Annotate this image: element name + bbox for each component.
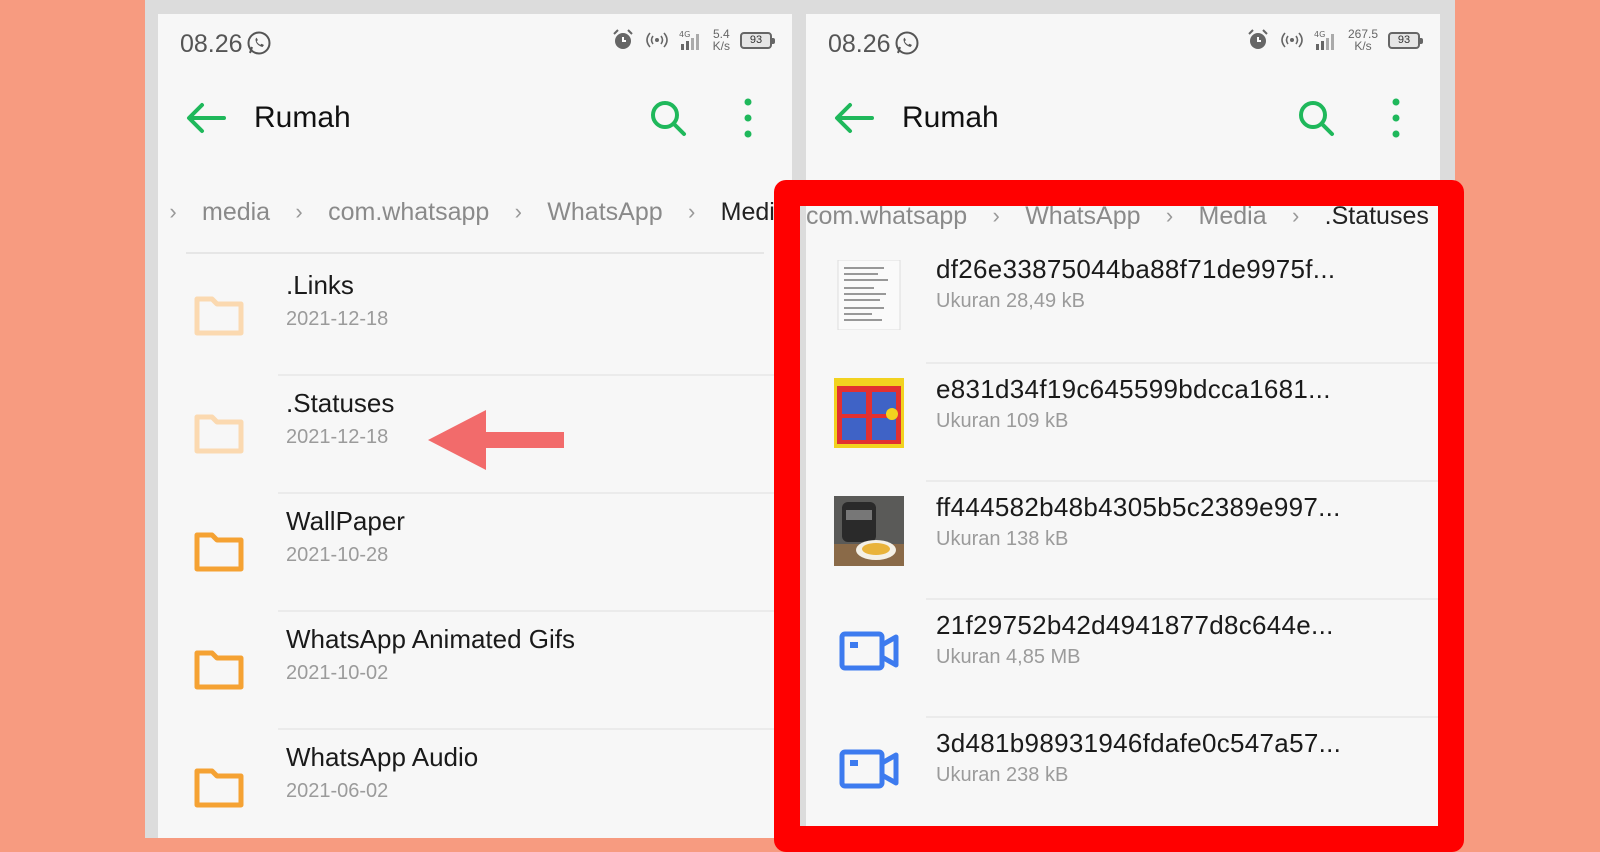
- battery-icon: 93: [740, 31, 775, 49]
- folder-date: 2021-10-28: [286, 544, 389, 566]
- battery-icon: 93: [1388, 31, 1423, 49]
- breadcrumb-item-whatsapp[interactable]: WhatsApp: [533, 198, 676, 227]
- folder-date: 2021-10-02: [286, 662, 389, 684]
- breadcrumb-divider: [186, 252, 764, 254]
- folder-name: WhatsApp Audio: [286, 742, 479, 772]
- breadcrumb-item-media[interactable]: media: [188, 198, 284, 227]
- network-speed-unit: K/s: [1354, 39, 1372, 53]
- status-icons: 4G 267.5 K/s 93: [1246, 28, 1423, 52]
- status-time: 08.26: [180, 30, 243, 58]
- folder-date: 2021-06-02: [286, 780, 389, 802]
- folder-row-animated-gifs[interactable]: WhatsApp Animated Gifs 2021-10-02: [158, 612, 792, 730]
- folder-row-links[interactable]: .Links 2021-12-18: [158, 258, 792, 376]
- signal-4g-icon: 4G: [679, 30, 699, 50]
- svg-text:4G: 4G: [679, 30, 690, 39]
- folder-icon: [194, 768, 244, 808]
- highlight-frame: [774, 180, 1464, 852]
- back-arrow-icon[interactable]: [832, 98, 876, 138]
- app-title: Rumah: [902, 101, 999, 134]
- folder-date: 2021-12-18: [286, 426, 389, 448]
- folder-icon: [194, 650, 244, 690]
- folder-row-audio[interactable]: WhatsApp Audio 2021-06-02: [158, 730, 792, 838]
- alarm-icon: [612, 29, 633, 49]
- app-title: Rumah: [254, 101, 351, 134]
- folder-icon: [194, 296, 244, 336]
- alarm-icon: [1248, 29, 1268, 49]
- search-icon[interactable]: [648, 98, 688, 138]
- network-speed: 267.5 K/s: [1348, 28, 1378, 52]
- signal-4g-icon: 4G: [1314, 30, 1334, 50]
- folder-icon: [194, 414, 244, 454]
- breadcrumb: › media › com.whatsapp › WhatsApp › Medi…: [158, 192, 792, 232]
- app-bar: Rumah: [806, 86, 1440, 150]
- status-icons: 4G 5.4 K/s 93: [611, 28, 775, 52]
- search-icon[interactable]: [1296, 98, 1336, 138]
- hotspot-icon: [645, 32, 668, 48]
- folder-name: WhatsApp Animated Gifs: [286, 624, 576, 654]
- whatsapp-icon: [895, 31, 919, 55]
- network-speed-unit: K/s: [712, 39, 730, 53]
- folder-row-wallpaper[interactable]: WallPaper 2021-10-28: [158, 494, 792, 612]
- folder-date: 2021-12-18: [286, 308, 389, 330]
- chevron-right-icon: ›: [687, 199, 696, 224]
- svg-text:4G: 4G: [1314, 30, 1325, 39]
- folder-name: .Links: [286, 270, 354, 300]
- folder-icon: [194, 532, 244, 572]
- more-options-icon[interactable]: [738, 96, 758, 140]
- pointer-arrow: [428, 410, 564, 470]
- breadcrumb-item-com-whatsapp[interactable]: com.whatsapp: [314, 198, 503, 227]
- chevron-right-icon: ›: [169, 199, 177, 224]
- network-speed: 5.4 K/s: [713, 28, 730, 52]
- app-bar: Rumah: [158, 86, 792, 150]
- folder-name: WallPaper: [286, 506, 405, 536]
- status-time: 08.26: [828, 30, 891, 58]
- folder-name: .Statuses: [286, 388, 395, 418]
- chevron-right-icon: ›: [295, 199, 303, 224]
- more-options-icon[interactable]: [1386, 96, 1406, 140]
- whatsapp-icon: [247, 31, 271, 55]
- chevron-right-icon: ›: [514, 199, 522, 224]
- status-bar: 08.26 4G 267.5 K/s 93: [806, 14, 1440, 70]
- back-arrow-icon[interactable]: [184, 98, 228, 138]
- hotspot-icon: [1281, 32, 1303, 48]
- status-bar: 08.26 4G 5.4 K/s 93: [158, 14, 792, 70]
